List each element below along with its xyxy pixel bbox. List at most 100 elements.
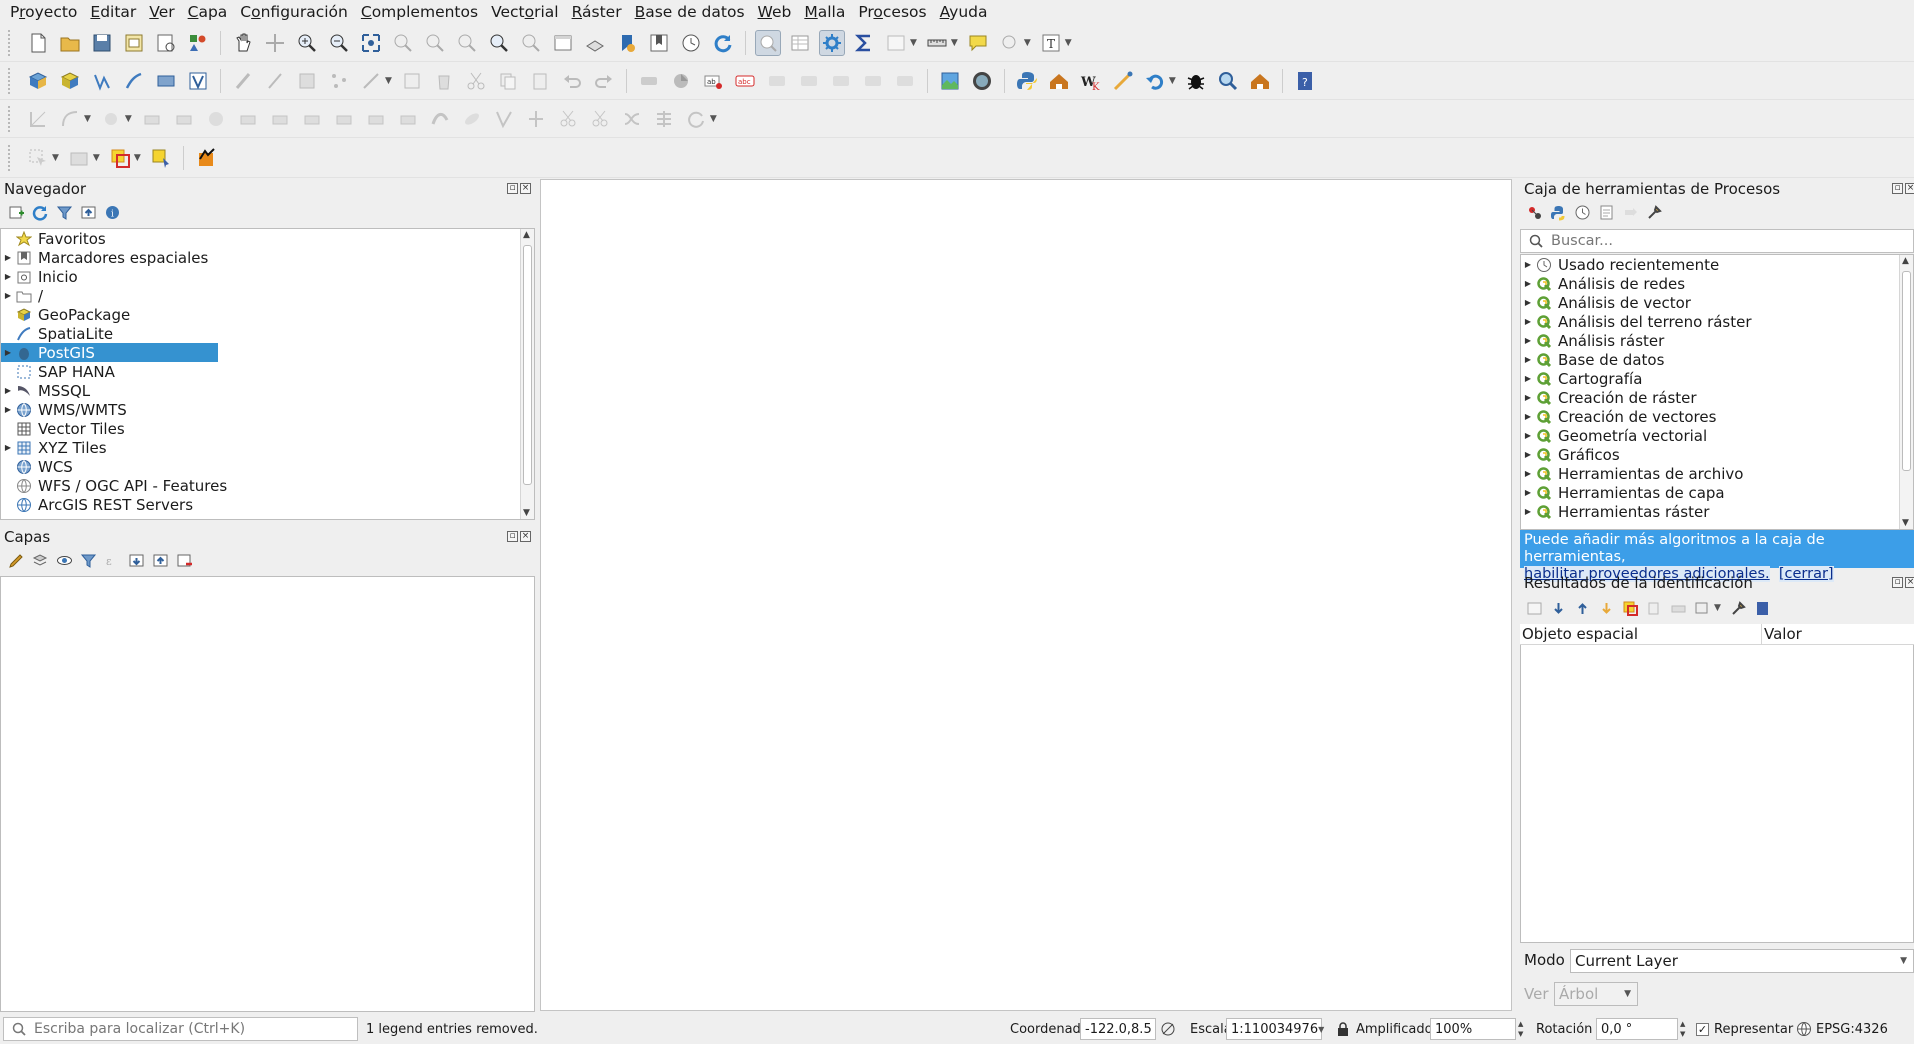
collapse-all-icon[interactable] (78, 202, 98, 222)
toolbar-grip[interactable] (8, 144, 14, 171)
zoom-last-icon[interactable] (486, 30, 512, 56)
save-edits-icon[interactable] (294, 68, 320, 94)
diagram-tool-icon[interactable] (668, 68, 694, 94)
browser-scrollbar[interactable]: ▲ ▼ (520, 229, 534, 519)
refresh-browser-icon[interactable] (30, 202, 50, 222)
processing-search-input[interactable]: Buscar... (1520, 229, 1914, 253)
add-part-icon[interactable] (267, 106, 293, 132)
close-panel-icon[interactable]: × (1905, 183, 1914, 194)
manage-map-themes-icon[interactable] (54, 550, 74, 570)
advanced-digitizing-icon[interactable] (25, 106, 51, 132)
expand-arrow-icon[interactable]: ▶ (1, 443, 15, 452)
text-annotation-icon[interactable]: T (1038, 30, 1064, 56)
expand-arrow-icon[interactable]: ▶ (1, 291, 15, 300)
label-layer-icon[interactable]: ab (700, 68, 726, 94)
close-info-link[interactable]: [cerrar] (1778, 566, 1834, 582)
collapse-tree-icon[interactable] (1572, 598, 1592, 618)
tree-item[interactable]: ▶ / (1, 286, 534, 305)
tree-item[interactable]: WFS / OGC API - Features (1, 476, 534, 495)
scale-feature-icon[interactable] (171, 106, 197, 132)
map-tips-icon[interactable] (965, 30, 991, 56)
add-circular-string-icon[interactable] (57, 106, 83, 132)
identify-mode-dropdown-icon[interactable]: ▼ (1714, 603, 1721, 613)
rotation-field[interactable]: 0,0 ° (1596, 1018, 1678, 1040)
tree-item[interactable]: SpatiaLite (1, 324, 534, 343)
toolbar-grip[interactable] (8, 29, 14, 56)
tree-item[interactable]: ▶ Análisis de vector (1521, 293, 1913, 312)
paste-features-icon[interactable] (527, 68, 553, 94)
menu-item[interactable]: Ver (145, 0, 183, 24)
identify-features-icon[interactable] (755, 29, 781, 56)
delete-ring-icon[interactable] (331, 106, 357, 132)
identify-results-tree[interactable] (1520, 645, 1914, 943)
tree-item[interactable]: ▶ Marcadores espaciales (1, 248, 534, 267)
merge-features-icon[interactable] (587, 106, 613, 132)
redo-icon[interactable] (591, 68, 617, 94)
close-panel-icon[interactable]: × (1905, 577, 1914, 588)
menu-item[interactable]: Editar (86, 0, 145, 24)
print-response-icon[interactable] (1668, 598, 1688, 618)
new-temporary-layer-icon[interactable] (153, 68, 179, 94)
quickosm-icon[interactable] (1046, 68, 1072, 94)
profile-tool-icon[interactable] (1110, 68, 1136, 94)
coordinate-field[interactable]: -122.0,8.5 (1080, 1018, 1156, 1040)
expand-arrow-icon[interactable]: ▶ (1521, 450, 1535, 459)
new-virtual-layer-icon[interactable] (185, 68, 211, 94)
merge-attributes-icon[interactable] (619, 106, 645, 132)
expand-arrow-icon[interactable]: ▶ (1521, 260, 1535, 269)
edit-features-in-place-icon[interactable] (1620, 202, 1640, 222)
offset-curve-icon[interactable] (427, 106, 453, 132)
expand-arrow-icon[interactable]: ▶ (1521, 488, 1535, 497)
rotate-point-symbols-icon[interactable] (651, 106, 677, 132)
delete-selected-icon[interactable] (431, 68, 457, 94)
render-checkbox[interactable]: ✓ (1696, 1022, 1709, 1036)
menu-item[interactable]: Ayuda (936, 0, 997, 24)
expand-tree-icon[interactable] (1524, 598, 1544, 618)
column-value[interactable]: Valor (1762, 624, 1914, 644)
statistics-icon[interactable] (851, 30, 877, 56)
expand-arrow-icon[interactable]: ▶ (1521, 393, 1535, 402)
edits-icon[interactable] (230, 68, 256, 94)
tree-item[interactable]: ▶ Creación de ráster (1521, 388, 1913, 407)
tree-item[interactable]: Vector Tiles (1, 419, 534, 438)
style-manager-icon[interactable] (185, 30, 211, 56)
identify-mode-icon[interactable] (1692, 598, 1712, 618)
annotation-dropdown-icon[interactable]: ▼ (1065, 38, 1072, 48)
expand-arrow-icon[interactable]: ▶ (1521, 431, 1535, 440)
zoom-out-icon[interactable] (326, 30, 352, 56)
menu-item[interactable]: Configuración (236, 0, 357, 24)
expand-arrow-icon[interactable]: ▶ (1521, 469, 1535, 478)
tree-item[interactable]: ArcGIS REST Servers (1, 495, 534, 514)
zoom-native-icon[interactable] (454, 30, 480, 56)
results-viewer-icon[interactable] (1596, 202, 1616, 222)
map-canvas[interactable] (540, 179, 1512, 1011)
select-dropdown-icon[interactable]: ▼ (52, 153, 59, 163)
float-panel-icon[interactable]: ▫ (1892, 577, 1903, 588)
expand-arrow-icon[interactable]: ▶ (1521, 279, 1535, 288)
tree-item[interactable]: SAP HANA (1, 362, 534, 381)
rotation-spinner[interactable]: ▲ ▼ (1680, 1019, 1685, 1039)
magnifier-field[interactable]: 100% (1430, 1018, 1516, 1040)
label-tool-icon[interactable] (636, 68, 662, 94)
decorations-icon[interactable] (997, 30, 1023, 56)
scroll-up-icon[interactable]: ▲ (523, 230, 530, 240)
tree-item[interactable]: ▶ Análisis ráster (1521, 331, 1913, 350)
split-parts-icon[interactable] (555, 106, 581, 132)
identify-settings-icon[interactable] (1729, 598, 1749, 618)
select-features-icon[interactable] (25, 145, 51, 171)
menu-item[interactable]: Web (754, 0, 801, 24)
fill-ring-icon[interactable] (299, 106, 325, 132)
collapse-all-layers-icon[interactable] (150, 550, 170, 570)
tree-item[interactable]: ▶ Herramientas ráster (1521, 502, 1913, 521)
plugin-reloader-icon[interactable] (1183, 68, 1209, 94)
tree-item[interactable]: ▶ XYZ Tiles (1, 438, 534, 457)
expand-arrow-icon[interactable]: ▶ (1521, 317, 1535, 326)
open-project-icon[interactable] (57, 30, 83, 56)
select-by-value-icon[interactable] (66, 145, 92, 171)
copy-feature-icon[interactable] (1644, 598, 1664, 618)
measure-dropdown-icon[interactable]: ▼ (951, 38, 958, 48)
expand-arrow-icon[interactable]: ▶ (1521, 355, 1535, 364)
rotate-label-icon[interactable] (860, 68, 886, 94)
tree-item[interactable]: ▶ Análisis del terreno ráster (1521, 312, 1913, 331)
move-label-icon[interactable] (828, 68, 854, 94)
